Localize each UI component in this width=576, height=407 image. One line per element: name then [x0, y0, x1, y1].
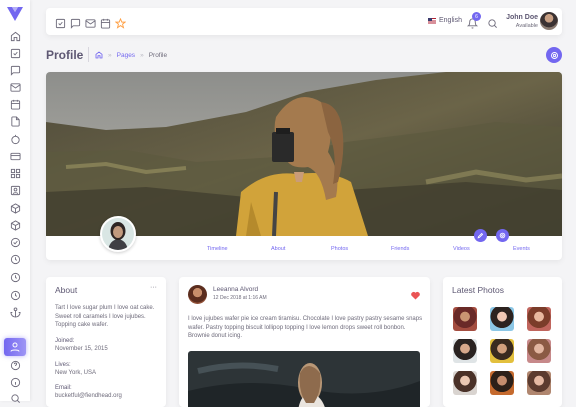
- about-bio: Tart I love sugar plum I love oat cake. …: [55, 305, 155, 328]
- box-icon[interactable]: [9, 219, 21, 231]
- profile-avatar[interactable]: [100, 216, 136, 252]
- lives-label: Lives:: [55, 362, 71, 368]
- photo-thumbnail[interactable]: [490, 371, 514, 395]
- settings-button[interactable]: [546, 47, 562, 63]
- email-label: Email:: [55, 385, 72, 391]
- post-image[interactable]: [188, 351, 420, 407]
- tab-about[interactable]: About: [271, 246, 285, 252]
- cover-settings-button[interactable]: [496, 229, 509, 242]
- photo-thumbnail[interactable]: [490, 307, 514, 331]
- photo-thumbnail[interactable]: [453, 339, 477, 363]
- gear-icon: [499, 232, 506, 239]
- photo-thumbnail[interactable]: [453, 307, 477, 331]
- check-circle-icon[interactable]: [9, 236, 21, 248]
- clock-icon[interactable]: [9, 289, 21, 301]
- notification-badge: 6: [472, 12, 481, 21]
- joined-value: November 15, 2015: [55, 346, 108, 352]
- message-icon[interactable]: [9, 64, 21, 76]
- mail-icon[interactable]: [85, 16, 96, 28]
- tab-videos[interactable]: Videos: [453, 246, 470, 252]
- photo-thumbnail[interactable]: [527, 339, 551, 363]
- tab-friends[interactable]: Friends: [391, 246, 409, 252]
- search-icon[interactable]: [9, 392, 21, 404]
- mail-icon[interactable]: [9, 81, 21, 93]
- message-icon[interactable]: [70, 16, 81, 29]
- post-author[interactable]: Leeanna Alvord: [213, 286, 258, 293]
- box-icon[interactable]: [9, 202, 21, 214]
- user-avatar[interactable]: [540, 12, 558, 30]
- check-square-icon[interactable]: [55, 16, 66, 29]
- edit-button[interactable]: [474, 229, 487, 242]
- top-navbar: English 6 John Doe Available: [46, 8, 562, 35]
- logo-icon[interactable]: [7, 7, 23, 21]
- calendar-icon[interactable]: [100, 16, 111, 29]
- user-box-icon[interactable]: [9, 184, 21, 196]
- post-date: 12 Dec 2018 at 1:16 AM: [213, 295, 267, 301]
- breadcrumb-separator: »: [108, 51, 112, 59]
- latest-photos-title: Latest Photos: [452, 285, 504, 295]
- language-selector[interactable]: English: [428, 17, 462, 24]
- photo-thumbnail[interactable]: [527, 371, 551, 395]
- breadcrumb-pages[interactable]: Pages: [117, 52, 135, 59]
- breadcrumb-divider: [88, 47, 89, 62]
- cover-photo: [46, 72, 562, 236]
- us-flag-icon: [428, 17, 436, 24]
- tab-timeline[interactable]: Timeline: [207, 246, 228, 252]
- anchor-icon[interactable]: [9, 306, 21, 318]
- sidebar: [0, 0, 30, 404]
- user-icon[interactable]: [4, 338, 26, 356]
- user-name[interactable]: John Doe: [504, 14, 538, 21]
- tab-events[interactable]: Events: [513, 246, 530, 252]
- language-label: English: [439, 17, 462, 24]
- lives-value: New York, USA: [55, 370, 97, 376]
- page-title: Profile: [46, 48, 84, 62]
- photo-thumbnail[interactable]: [527, 307, 551, 331]
- star-icon[interactable]: [114, 16, 127, 29]
- photo-thumbnail[interactable]: [453, 371, 477, 395]
- clock-icon[interactable]: [9, 253, 21, 265]
- latest-photos-card: Latest Photos: [443, 277, 562, 407]
- email-value[interactable]: bucketful@fiendhead.org: [55, 393, 122, 399]
- info-icon[interactable]: [9, 376, 21, 388]
- home-icon[interactable]: [95, 51, 103, 59]
- circle-icon[interactable]: [9, 133, 21, 145]
- grid-icon[interactable]: [9, 167, 21, 179]
- post-author-avatar[interactable]: [188, 285, 207, 304]
- home-icon[interactable]: [9, 30, 21, 42]
- check-square-icon[interactable]: [9, 47, 21, 59]
- about-title: About: [55, 285, 78, 295]
- credit-card-icon[interactable]: [9, 150, 21, 162]
- gear-icon: [550, 51, 558, 59]
- breadcrumb: » Pages » Profile: [95, 51, 167, 59]
- tab-photos[interactable]: Photos: [331, 246, 348, 252]
- heart-icon[interactable]: [410, 290, 421, 300]
- pencil-icon: [477, 232, 484, 239]
- calendar-icon[interactable]: [9, 98, 21, 110]
- breadcrumb-current: Profile: [148, 51, 168, 59]
- about-card: About ··· Tart I love sugar plum I love …: [46, 277, 166, 407]
- clock-icon[interactable]: [9, 271, 21, 283]
- photo-thumbnail[interactable]: [490, 339, 514, 363]
- post-card: Leeanna Alvord 12 Dec 2018 at 1:16 AM I …: [179, 277, 430, 407]
- file-icon[interactable]: [9, 115, 21, 127]
- more-icon[interactable]: ···: [150, 284, 157, 291]
- post-text: I love jujubes wafer pie ice cream tiram…: [188, 316, 423, 339]
- user-status: Available: [515, 23, 538, 29]
- joined-label: Joined:: [55, 338, 75, 344]
- breadcrumb-separator: »: [140, 51, 144, 59]
- search-icon[interactable]: [487, 16, 498, 28]
- help-icon[interactable]: [9, 359, 21, 371]
